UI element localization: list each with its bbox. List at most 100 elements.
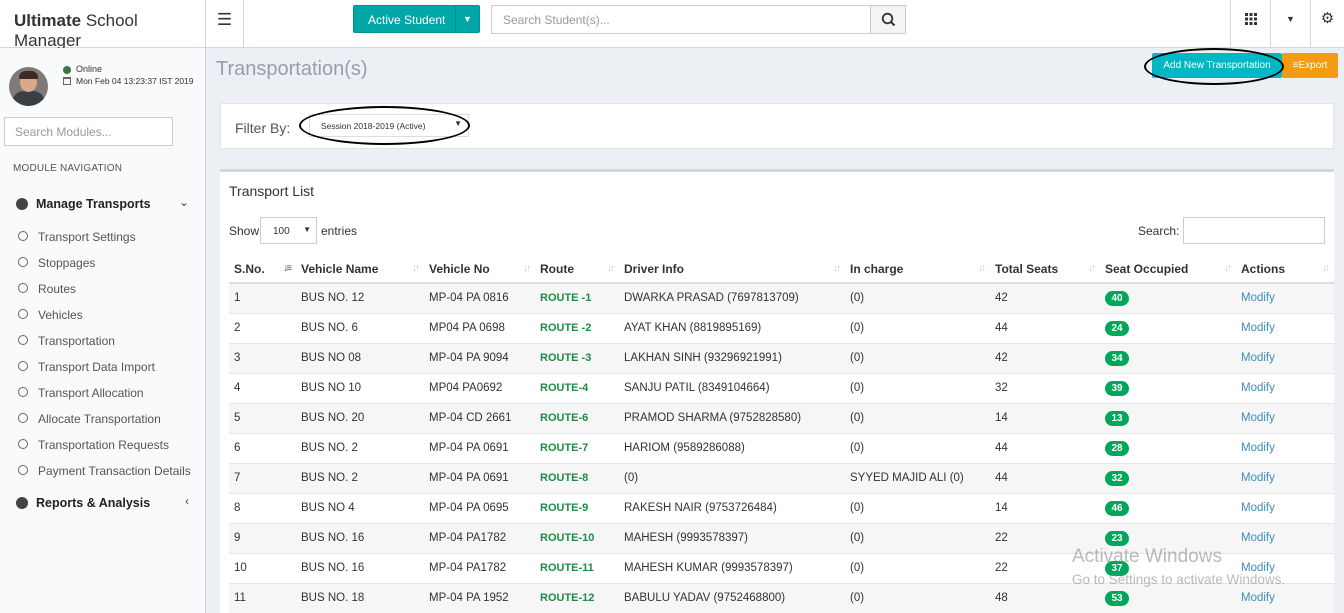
seat-occupied-badge: 53 — [1105, 590, 1129, 606]
circle-icon — [18, 335, 28, 345]
module-search-input[interactable]: Search Modules... — [4, 117, 173, 146]
sort-icon: ↓↑ — [833, 263, 841, 274]
table-row: 11 BUS NO. 18 MP-04 PA 1952 ROUTE-12 BABULU … — [229, 582, 1334, 613]
column-label: Driver Info — [624, 261, 685, 276]
nav-item-transportation[interactable]: Transportation — [0, 328, 205, 354]
add-new-transportation-button[interactable]: Add New Transportation — [1152, 53, 1282, 78]
list-title: Transport List — [229, 183, 315, 199]
modify-link[interactable]: Modify — [1236, 312, 1334, 343]
nav-item-transport-data-import[interactable]: Transport Data Import — [0, 354, 205, 380]
incharge-cell: (0) — [845, 342, 990, 373]
nav-item-routes[interactable]: Routes — [0, 276, 205, 302]
entries-select[interactable]: 100 ▼ — [260, 217, 317, 244]
column-label: Total Seats — [995, 261, 1059, 276]
route-link[interactable]: ROUTE-4 — [535, 372, 619, 403]
modify-link[interactable]: Modify — [1236, 462, 1334, 493]
active-student-dropdown[interactable]: Active Student ▼ — [353, 5, 480, 33]
seat-occupied-badge: 23 — [1105, 530, 1129, 546]
route-link[interactable]: ROUTE-12 — [535, 582, 619, 613]
seat-occupied-badge: 13 — [1105, 410, 1129, 426]
driver-info-cell: AYAT KHAN (8819895169) — [619, 312, 845, 343]
route-link[interactable]: ROUTE -1 — [535, 282, 619, 313]
column-header[interactable]: Actions ↓↑ — [1236, 255, 1334, 284]
session-value: Session 2018-2019 (Active) — [321, 121, 426, 131]
nav-item-vehicles[interactable]: Vehicles — [0, 302, 205, 328]
vehicle-no-cell: MP04 PA 0698 — [424, 312, 535, 343]
route-link[interactable]: ROUTE-11 — [535, 552, 619, 583]
total-seats-cell: 42 — [990, 282, 1100, 313]
column-header[interactable]: Driver Info ↓↑ — [619, 255, 845, 284]
seat-occupied-cell: 39 — [1100, 372, 1236, 403]
settings-gears-icon[interactable]: ⚙ — [1310, 0, 1344, 48]
chevron-down-icon[interactable]: ▼ — [455, 6, 479, 32]
route-link[interactable]: ROUTE -3 — [535, 342, 619, 373]
route-link[interactable]: ROUTE-9 — [535, 492, 619, 523]
column-header[interactable]: Vehicle Name ↓↑ — [296, 255, 424, 284]
route-link[interactable]: ROUTE-8 — [535, 462, 619, 493]
column-header[interactable]: In charge ↓↑ — [845, 255, 990, 284]
session-select[interactable]: Session 2018-2019 (Active) ▼ — [309, 114, 469, 137]
filter-label: Filter By: — [235, 120, 291, 136]
nav-manage-transports[interactable]: Manage Transports ⌄ — [0, 189, 205, 219]
vehicle-name-cell: BUS NO. 16 — [296, 552, 424, 583]
route-link[interactable]: ROUTE-10 — [535, 522, 619, 553]
circle-icon — [18, 257, 28, 267]
filter-panel: Filter By: Session 2018-2019 (Active) ▼ — [220, 103, 1334, 149]
column-header[interactable]: S.No. ↓≡ — [229, 255, 296, 284]
serial-cell: 3 — [229, 342, 296, 373]
vehicle-no-cell: MP-04 PA1782 — [424, 522, 535, 553]
total-seats-cell: 32 — [990, 372, 1100, 403]
nav-item-label: Vehicles — [38, 308, 83, 322]
modify-link[interactable]: Modify — [1236, 582, 1334, 613]
seat-occupied-badge: 39 — [1105, 380, 1129, 396]
search-icon — [881, 12, 896, 27]
nav-item-payment-transaction-details[interactable]: Payment Transaction Details — [0, 458, 205, 484]
nav-item-transportation-requests[interactable]: Transportation Requests — [0, 432, 205, 458]
nav-item-transport-settings[interactable]: Transport Settings — [0, 224, 205, 250]
table-row: 3 BUS NO 08 MP-04 PA 9094 ROUTE -3 LAKHAN SI… — [229, 342, 1334, 373]
modify-link[interactable]: Modify — [1236, 492, 1334, 523]
modify-link[interactable]: Modify — [1236, 402, 1334, 433]
nav-item-allocate-transportation[interactable]: Allocate Transportation — [0, 406, 205, 432]
modify-link[interactable]: Modify — [1236, 522, 1334, 553]
driver-info-cell: LAKHAN SINH (93296921991) — [619, 342, 845, 373]
modify-link[interactable]: Modify — [1236, 432, 1334, 463]
route-link[interactable]: ROUTE-7 — [535, 432, 619, 463]
serial-cell: 2 — [229, 312, 296, 343]
avatar[interactable] — [9, 67, 48, 106]
menu-toggle-icon[interactable]: ☰ — [206, 0, 244, 48]
table-header-row: S.No. ↓≡ Vehicle Name ↓↑ Vehicle No ↓↑ Rout… — [229, 255, 1334, 284]
top-header: Ultimate School Manager ☰ Active Student… — [0, 0, 1344, 50]
apps-grid-icon[interactable] — [1230, 0, 1270, 48]
user-menu-caret-icon[interactable]: ▼ — [1270, 0, 1310, 48]
circle-icon — [18, 283, 28, 293]
route-link[interactable]: ROUTE-6 — [535, 402, 619, 433]
nav-item-label: Transport Data Import — [38, 360, 155, 374]
modify-link[interactable]: Modify — [1236, 372, 1334, 403]
nav-item-stoppages[interactable]: Stoppages — [0, 250, 205, 276]
modify-link[interactable]: Modify — [1236, 342, 1334, 373]
serial-cell: 7 — [229, 462, 296, 493]
app-brand[interactable]: Ultimate School Manager — [0, 0, 206, 50]
active-student-label: Active Student — [368, 13, 446, 27]
column-header[interactable]: Seat Occupied ↓↑ — [1100, 255, 1236, 284]
column-label: S.No. — [234, 261, 265, 276]
driver-info-cell: MAHESH KUMAR (9993578397) — [619, 552, 845, 583]
vehicle-name-cell: BUS NO. 12 — [296, 282, 424, 313]
column-header[interactable]: Route ↓↑ — [535, 255, 619, 284]
nav-reports-analysis[interactable]: Reports & Analysis ‹ — [0, 488, 205, 518]
modify-link[interactable]: Modify — [1236, 282, 1334, 313]
route-link[interactable]: ROUTE -2 — [535, 312, 619, 343]
show-label: Show — [229, 224, 260, 238]
table-search-input[interactable] — [1183, 217, 1325, 244]
vehicle-name-cell: BUS NO. 18 — [296, 582, 424, 613]
nav-item-transport-allocation[interactable]: Transport Allocation — [0, 380, 205, 406]
search-button[interactable] — [870, 5, 906, 34]
incharge-cell: (0) — [845, 522, 990, 553]
column-label: Vehicle No — [429, 261, 490, 276]
table-search-label: Search: — [1138, 224, 1180, 238]
column-header[interactable]: Vehicle No ↓↑ — [424, 255, 535, 284]
column-header[interactable]: Total Seats ↓↑ — [990, 255, 1100, 284]
export-button[interactable]: ≡Export — [1282, 53, 1338, 78]
student-search-input[interactable]: Search Student(s)... — [491, 5, 871, 34]
